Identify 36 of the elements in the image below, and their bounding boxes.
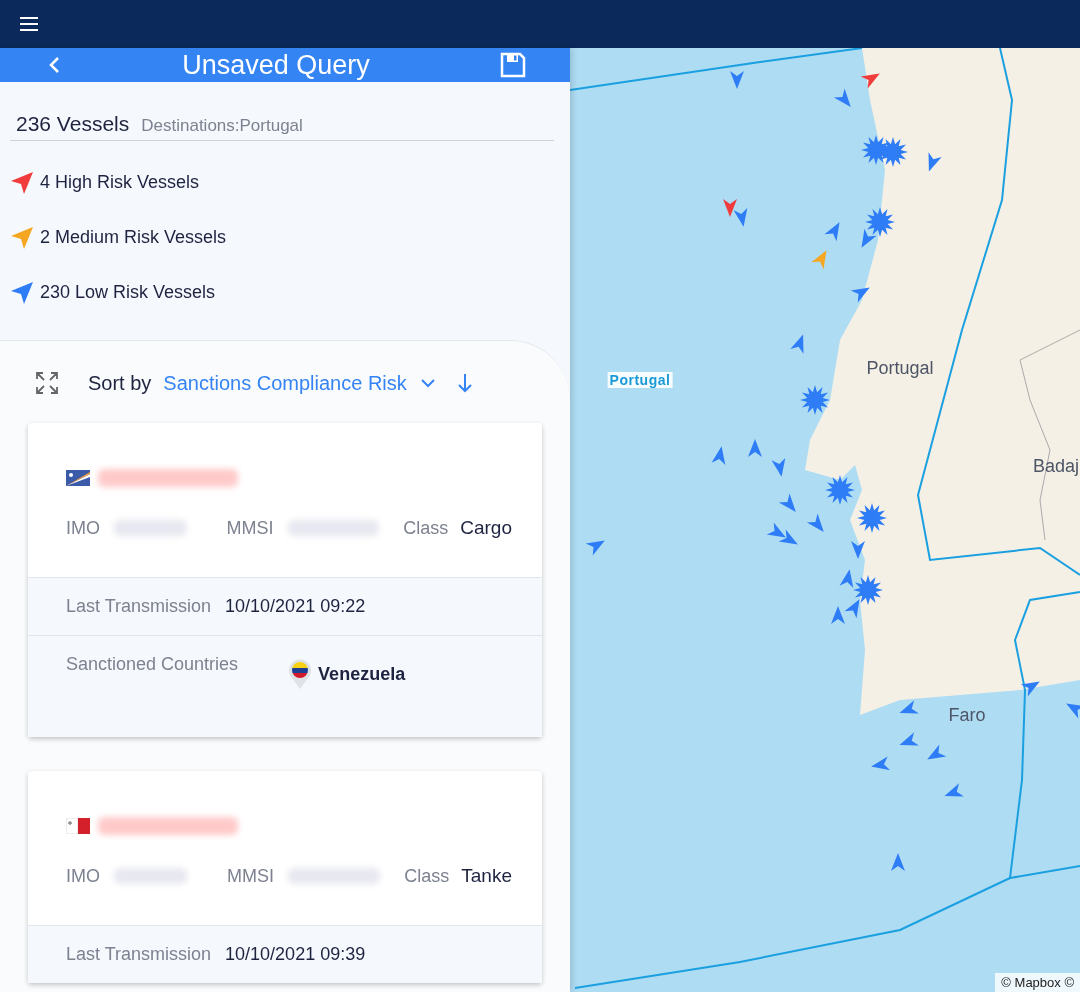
sort-by-label: Sort by [88, 371, 152, 395]
map-place-label: Portugal [866, 357, 934, 379]
map-place-label: Portugal [607, 372, 673, 388]
last-transmission-label: Last Transmission [66, 944, 212, 965]
class-label: Class [404, 865, 450, 887]
back-chevron-icon [48, 56, 62, 74]
vessel-card[interactable]: IMO MMSI Class Tanke Last Transmission 10/10/2021 09:39 [28, 771, 542, 983]
class-label: Class [403, 517, 449, 539]
map-drawing[interactable] [570, 48, 1080, 992]
map-place-label: Badaj [1033, 455, 1079, 477]
expand-icon[interactable] [36, 372, 58, 394]
flag-icon [66, 818, 90, 834]
flag-icon [66, 470, 90, 486]
sanctioned-countries-label: Sanctioned Countries [66, 654, 239, 675]
last-transmission-label: Last Transmission [66, 596, 212, 617]
risk-group-label: 4 High Risk Vessels [40, 172, 200, 193]
destination-filter: Destinations:Portugal [141, 116, 303, 136]
sanctioned-country: Venezuela [318, 663, 406, 685]
imo-label: IMO [66, 865, 100, 887]
mmsi-label: MMSI [226, 517, 274, 539]
last-transmission-value: 10/10/2021 09:39 [225, 944, 366, 965]
imo-label: IMO [66, 517, 100, 539]
risk-group-label: 230 Low Risk Vessels [40, 282, 216, 303]
map-attribution: © Mapbox © [995, 973, 1080, 992]
sort-dropdown[interactable]: Sanctions Compliance Risk [163, 371, 435, 395]
query-title: Unsaved Query [181, 49, 371, 81]
risk-group-label: 2 Medium Risk Vessels [40, 227, 227, 248]
last-transmission-value: 10/10/2021 09:22 [225, 596, 366, 617]
class-value: Tanke [461, 865, 512, 887]
map-place-label: Faro [948, 704, 986, 726]
vessel-card[interactable]: IMO MMSI Class Cargo Last Transmission 10/10/2021 09:22 Sanctioned Countries Venezuela [28, 423, 542, 737]
class-value: Cargo [460, 517, 512, 539]
mmsi-label: MMSI [227, 865, 275, 887]
caret-icon [420, 378, 435, 388]
vessel-count: 236 Vessels [16, 112, 130, 136]
flag-pin-icon [288, 658, 313, 690]
